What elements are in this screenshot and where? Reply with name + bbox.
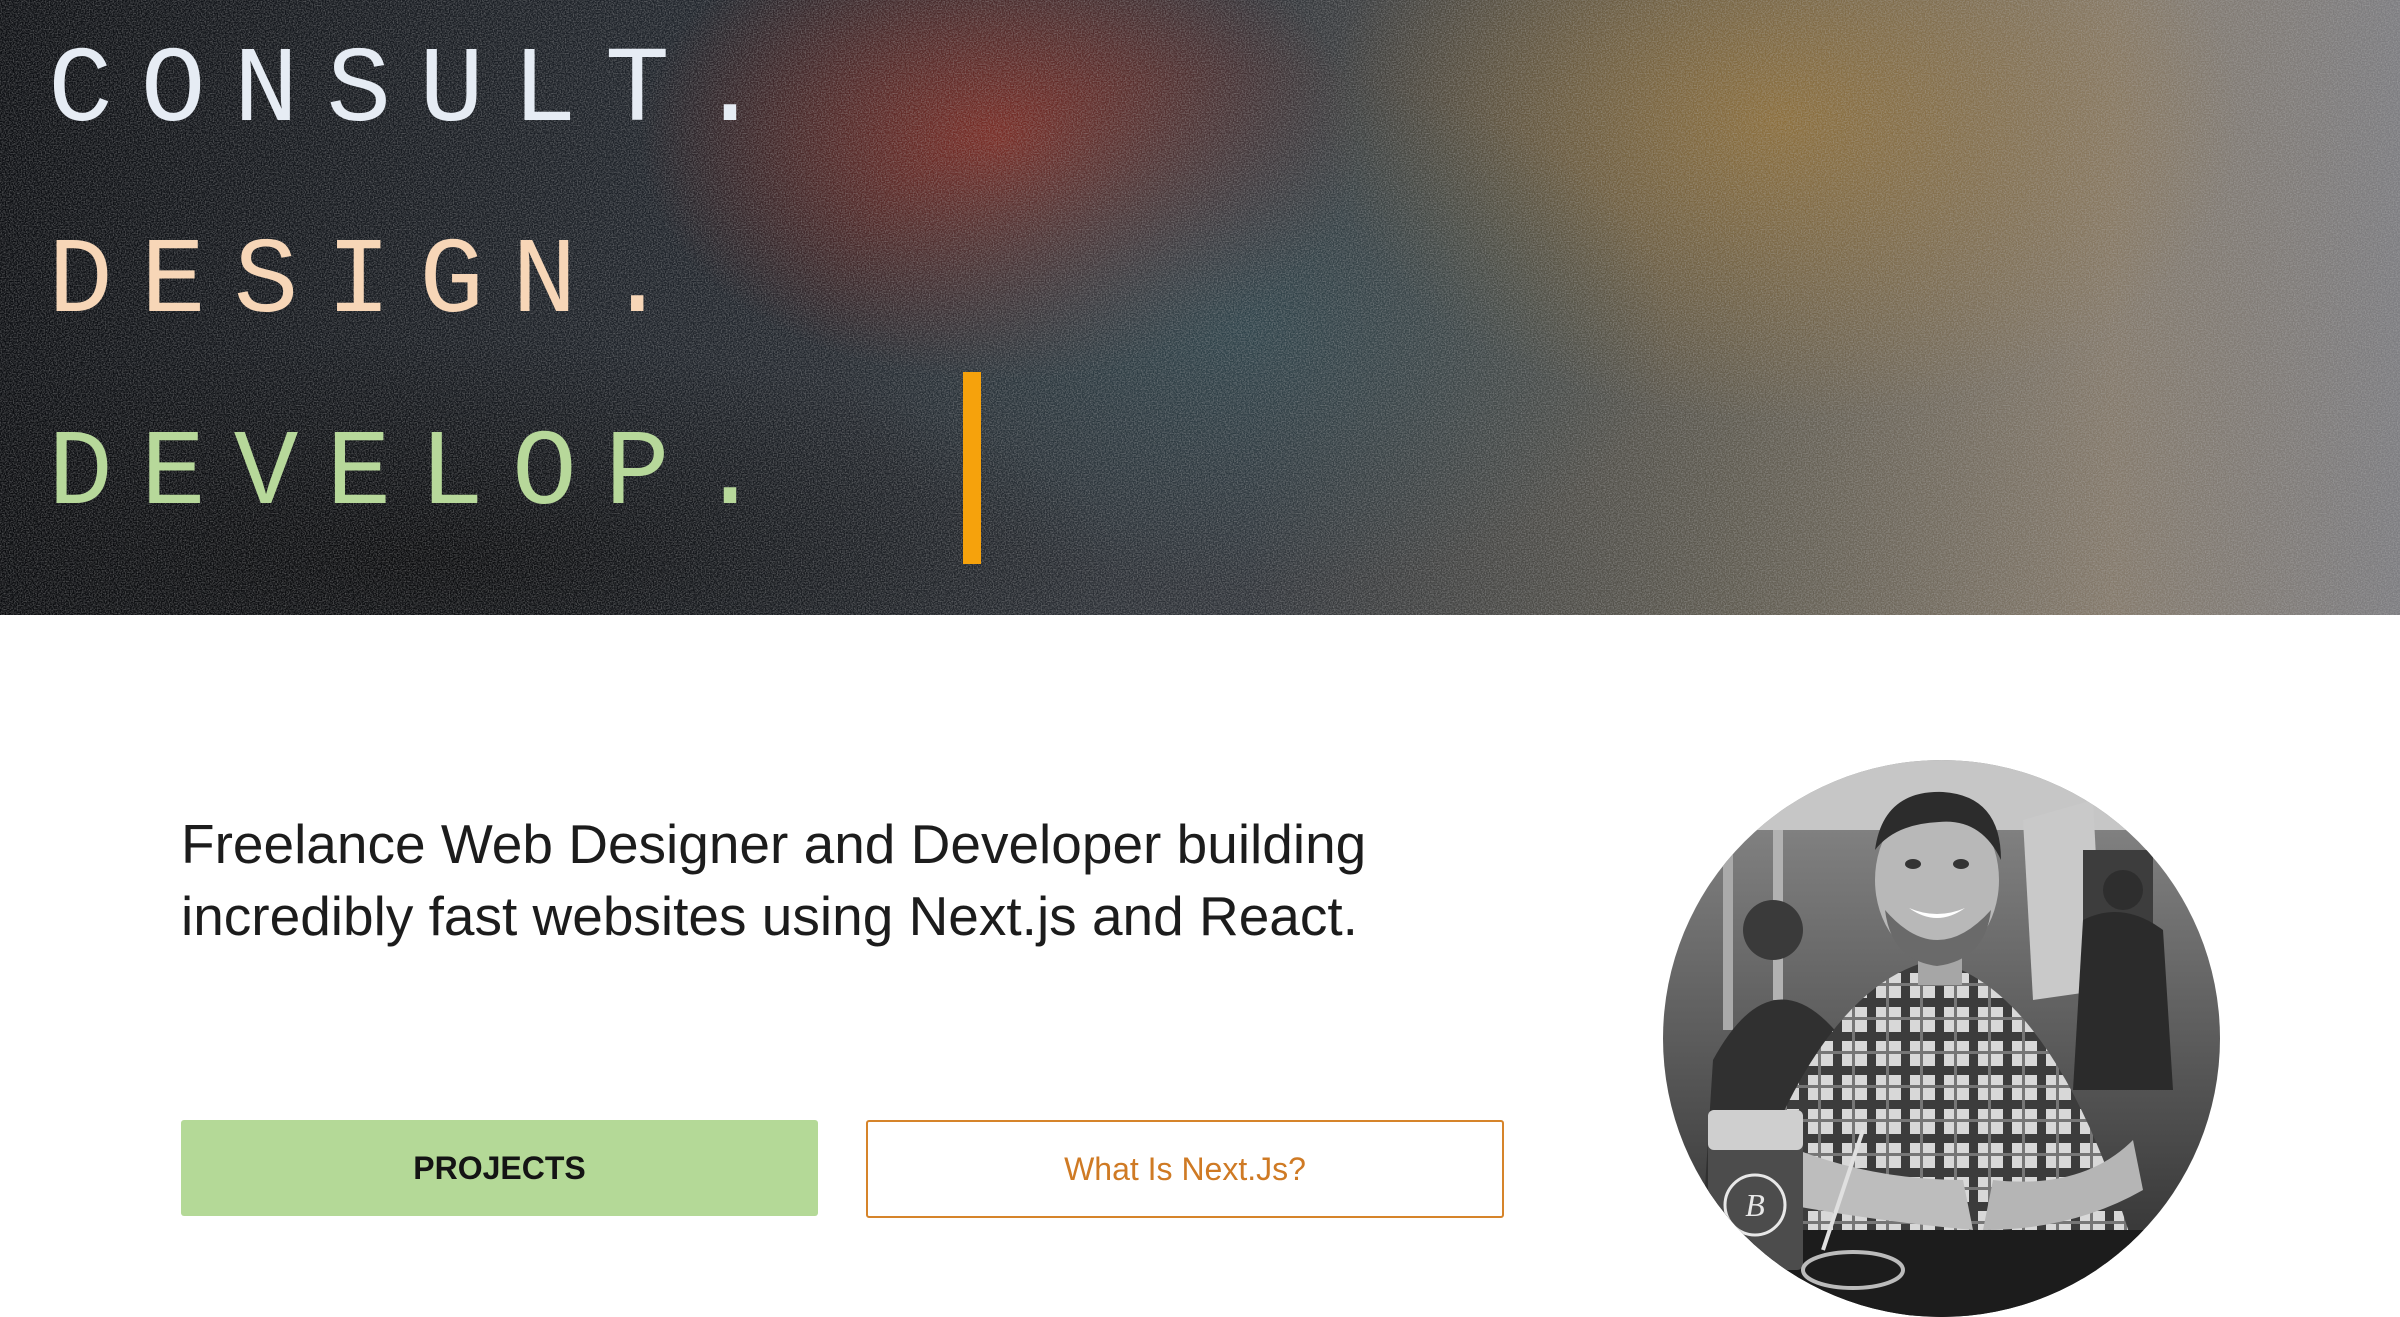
intro-text: Freelance Web Designer and Developer bui… — [181, 813, 1367, 947]
profile-photo: B — [1663, 760, 2220, 1317]
typing-cursor — [963, 372, 981, 564]
projects-button[interactable]: PROJECTS — [181, 1120, 818, 1216]
what-is-nextjs-button[interactable]: What Is Next.Js? — [866, 1120, 1504, 1218]
svg-text:B: B — [1745, 1187, 1765, 1223]
avatar: B — [1663, 760, 2220, 1317]
headline-consult: CONSULT. — [48, 31, 791, 153]
headline-develop: DEVELOP. — [48, 414, 791, 536]
hero-banner: CONSULT. DESIGN. DEVELOP. — [0, 0, 2400, 615]
headline-design: DESIGN. — [48, 222, 698, 344]
